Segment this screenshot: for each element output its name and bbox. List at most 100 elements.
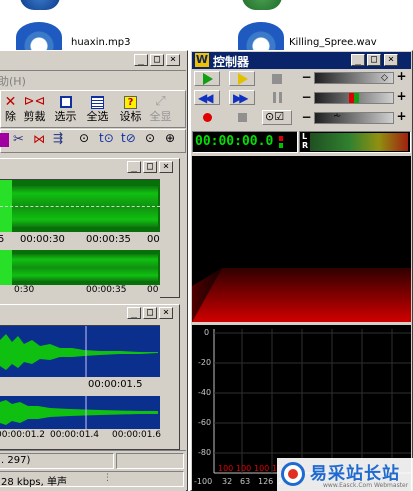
- play-loop-icon: [238, 73, 248, 85]
- view-selection-icon: [52, 95, 79, 110]
- view-selection-button[interactable]: 选示: [52, 94, 79, 124]
- stop-icon: [272, 74, 282, 84]
- timeline-ruler-2: 00:00:01.5: [0, 377, 160, 393]
- record-icon: [203, 113, 212, 122]
- selection-region: [0, 250, 12, 285]
- speed-minus-button[interactable]: −: [300, 111, 313, 125]
- slider-thumb-icon[interactable]: [349, 93, 359, 103]
- rewind-icon: ◀◀: [198, 91, 214, 105]
- mp3-file-icon: [16, 22, 62, 52]
- close-button[interactable]: ×: [159, 307, 173, 319]
- balance-slider[interactable]: [314, 92, 394, 104]
- waveform-track-2b[interactable]: [0, 396, 160, 429]
- close-button[interactable]: ×: [384, 54, 398, 66]
- status-led: [279, 143, 283, 148]
- minimize-button[interactable]: _: [127, 161, 141, 173]
- spectrogram-floor: [192, 268, 411, 322]
- rewind-button[interactable]: ◀◀: [194, 90, 220, 105]
- fast-forward-icon: ▶▶: [233, 91, 249, 105]
- editor-menubar: 助(H): [0, 70, 186, 88]
- balance-minus-button[interactable]: −: [300, 91, 313, 105]
- maximize-button[interactable]: □: [143, 307, 157, 319]
- wav-file-icon: [242, 0, 282, 10]
- minimize-button[interactable]: _: [127, 307, 141, 319]
- zoom-selection-icon[interactable]: ⊕: [165, 131, 175, 145]
- slider-thumb-icon[interactable]: ◇: [381, 73, 388, 83]
- maximize-button[interactable]: □: [150, 54, 164, 66]
- watermark-text: 易采站长站: [310, 464, 400, 484]
- watermark-logo: 易采站长站 www.Easck.Com Webmaster: [277, 458, 413, 491]
- set-marker-button[interactable]: ? 设标: [117, 94, 144, 124]
- pause-icon: [273, 92, 282, 103]
- editor-titlebar: _ □ ×: [0, 52, 186, 69]
- menu-help[interactable]: 助(H): [0, 73, 26, 89]
- controller-app-icon: W: [195, 53, 209, 67]
- pause-button[interactable]: [264, 90, 290, 105]
- stop-button[interactable]: [264, 71, 290, 86]
- controller-title: 控制器: [213, 55, 250, 69]
- waveform-track-1b[interactable]: [0, 250, 160, 285]
- time-readout: 00:00:00.0: [195, 134, 274, 149]
- desktop-icon-huaxin[interactable]: huaxin.mp3: [0, 0, 140, 52]
- zoom-icon[interactable]: ⊙: [79, 131, 89, 145]
- waveform-shape: [0, 396, 158, 429]
- spectrogram-display: [192, 156, 411, 322]
- timeline-ruler-2b: 00:00:01.2 00:00:01.4 00:00:01.6: [0, 429, 161, 443]
- maximize-button[interactable]: □: [143, 161, 157, 173]
- monitor-toggle-button[interactable]: ⊙☑: [262, 110, 292, 125]
- minimize-button[interactable]: _: [134, 54, 148, 66]
- watermark-icon-inner: [288, 469, 298, 479]
- merge-icon[interactable]: ⇶: [53, 131, 63, 145]
- show-all-button[interactable]: ⤢ 全显: [147, 94, 174, 124]
- speed-slider[interactable]: ⩪: [314, 112, 394, 124]
- balance-plus-button[interactable]: +: [395, 90, 408, 104]
- mp3-file-icon: [20, 0, 60, 10]
- scissors-icon[interactable]: ✂: [13, 132, 24, 147]
- close-button[interactable]: ×: [159, 161, 173, 173]
- volume-plus-button[interactable]: +: [395, 70, 408, 84]
- record-button[interactable]: [194, 110, 220, 125]
- status-led: [279, 136, 283, 141]
- center-line: [0, 206, 160, 207]
- volume-slider[interactable]: ◇: [314, 72, 394, 84]
- editor-toolbar-2: ✂ ⋈ ⇶ ⊙ t⊙ t⊘ ⊙ ⊕: [0, 129, 186, 153]
- volume-minus-button[interactable]: −: [300, 71, 313, 85]
- crop-button[interactable]: ⊳⊲ 剪裁: [21, 94, 48, 124]
- zoom-fit-icon[interactable]: ⊙: [145, 131, 155, 145]
- resize-grip-icon[interactable]: ⋮: [103, 473, 112, 483]
- editor-statusbar: . 297) 28 kbps, 单声 ⋮: [0, 450, 186, 491]
- stop-record-button[interactable]: [229, 110, 255, 125]
- desktop-icon-label: Killing_Spree.wav: [289, 37, 377, 48]
- close-button[interactable]: ×: [166, 54, 180, 66]
- fast-forward-button[interactable]: ▶▶: [229, 90, 255, 105]
- watermark-subtext: www.Easck.Com Webmaster: [323, 482, 409, 489]
- play-button[interactable]: [194, 71, 220, 86]
- crop-icon: ⊳⊲: [23, 94, 46, 109]
- minimize-button[interactable]: _: [351, 54, 365, 66]
- wav-file-icon: [238, 22, 284, 52]
- slider-thumb-icon[interactable]: ⩪: [333, 112, 341, 122]
- timeline-ruler-1b: 0:30 00:00:35 00: [0, 285, 160, 298]
- zoom-in-icon[interactable]: t⊘: [121, 131, 136, 145]
- waveform-track-2[interactable]: [0, 325, 160, 378]
- select-all-icon: [84, 95, 111, 110]
- play-loop-button[interactable]: [229, 71, 255, 86]
- show-all-icon: ⤢: [155, 94, 166, 109]
- maximize-button[interactable]: □: [367, 54, 381, 66]
- select-all-button[interactable]: 全选: [84, 94, 111, 124]
- play-icon: [203, 73, 213, 85]
- stop-icon: [238, 113, 247, 122]
- waveform-shape: [12, 254, 158, 281]
- desktop-icon-killing-spree[interactable]: Killing_Spree.wav: [230, 0, 390, 52]
- zoom-out-icon[interactable]: t⊙: [99, 131, 114, 145]
- status-panel-right: [116, 453, 184, 469]
- status-panel-format: 28 kbps, 单声 ⋮: [0, 471, 184, 488]
- split-icon[interactable]: ⋈: [33, 132, 45, 146]
- monitor-icon: ⊙☑: [265, 110, 285, 123]
- speed-plus-button[interactable]: +: [395, 110, 408, 124]
- set-marker-icon: ?: [117, 95, 144, 110]
- editor-toolbar: ✕ 除 ⊳⊲ 剪裁 选示 全选 ? 设标 ⤢ 全显: [0, 90, 186, 128]
- waveform-track-1[interactable]: [0, 179, 160, 233]
- cut-icon[interactable]: [0, 133, 9, 147]
- waveform-shape: [0, 326, 158, 378]
